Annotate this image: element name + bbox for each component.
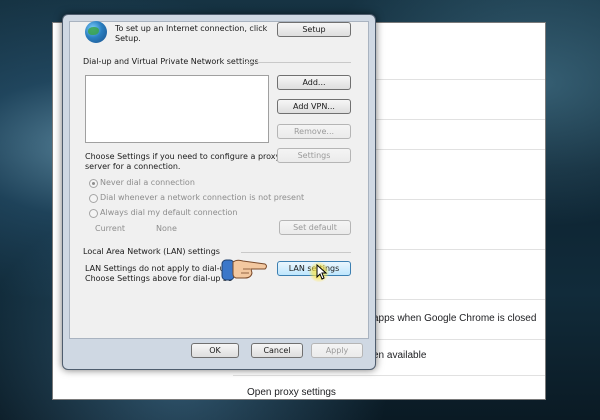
chrome-proxy-row[interactable]: Open proxy settings — [233, 375, 545, 399]
always-dial-radio[interactable] — [89, 209, 98, 218]
dialup-group-label: Dial-up and Virtual Private Network sett… — [83, 57, 259, 66]
dial-whenever-radio[interactable] — [89, 194, 98, 203]
globe-icon — [85, 21, 107, 43]
lan-group-divider — [241, 252, 351, 253]
choose-settings-line2: server for a connection. — [85, 162, 181, 171]
lan-description-line2: Choose Settings above for dial-up se — [85, 274, 233, 283]
current-label: Current — [95, 224, 126, 233]
set-default-button[interactable]: Set default — [279, 220, 351, 235]
cancel-button[interactable]: Cancel — [251, 343, 303, 358]
ok-button[interactable]: OK — [191, 343, 239, 358]
chrome-hardware-label: en available — [373, 350, 427, 361]
current-value: None — [156, 224, 177, 233]
internet-properties-dialog: To set up an Internet connection, click … — [62, 14, 376, 370]
dialup-group-divider — [245, 62, 351, 63]
dialup-connections-list[interactable] — [85, 75, 269, 143]
pointing-hand-icon — [221, 259, 267, 281]
chrome-proxy-label: Open proxy settings — [247, 387, 336, 398]
chrome-background-apps-label: apps when Google Chrome is closed — [373, 313, 537, 324]
apply-button[interactable]: Apply — [311, 343, 363, 358]
settings-button[interactable]: Settings — [277, 148, 351, 163]
never-dial-label: Never dial a connection — [100, 178, 195, 187]
setup-description-line1: To set up an Internet connection, click — [115, 24, 268, 33]
add-button[interactable]: Add... — [277, 75, 351, 90]
lan-group-label: Local Area Network (LAN) settings — [83, 247, 220, 256]
never-dial-radio[interactable] — [89, 179, 98, 188]
setup-description-line2: Setup. — [115, 34, 141, 43]
add-vpn-button[interactable]: Add VPN... — [277, 99, 351, 114]
remove-button[interactable]: Remove... — [277, 124, 351, 139]
dial-whenever-label: Dial whenever a network connection is no… — [100, 193, 305, 202]
choose-settings-line1: Choose Settings if you need to configure… — [85, 152, 281, 161]
setup-button[interactable]: Setup — [277, 22, 351, 37]
mouse-cursor-icon — [316, 264, 328, 280]
lan-description-line1: LAN Settings do not apply to dial-up — [85, 264, 230, 273]
always-dial-label: Always dial my default connection — [100, 208, 238, 217]
